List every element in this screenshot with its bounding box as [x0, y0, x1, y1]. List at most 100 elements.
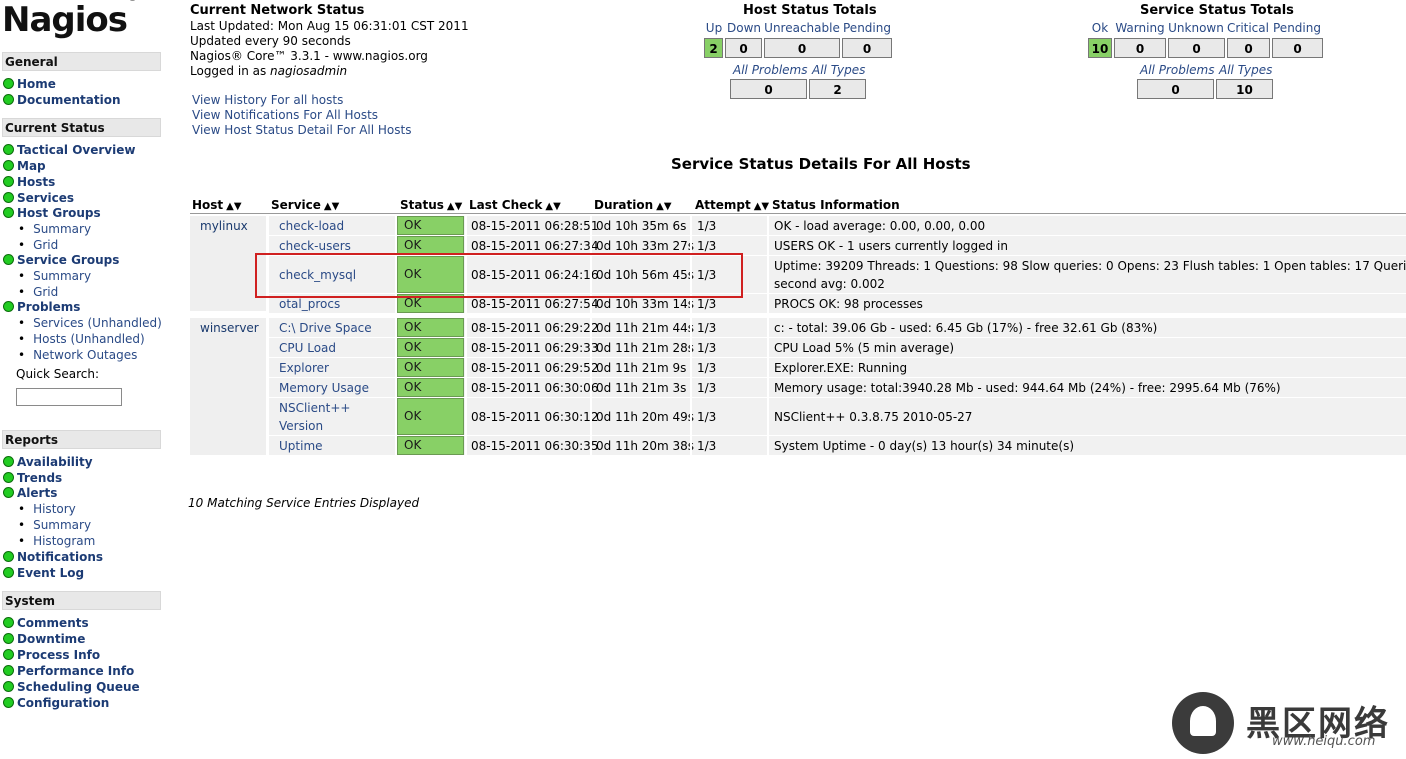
quick-search-input[interactable] [16, 388, 122, 406]
host-up-count[interactable]: 2 [704, 38, 723, 58]
column-divider [395, 216, 397, 455]
nav-configuration[interactable]: Configuration [3, 696, 109, 710]
status-dot-icon [3, 649, 14, 660]
nav-servicegroup-summary[interactable]: Summary [18, 269, 91, 283]
duration: 0d 11h 21m 28s [596, 341, 695, 355]
service-link[interactable]: check-load [269, 219, 344, 233]
host-pending-label[interactable]: Pending [842, 21, 892, 35]
svc-warning-count[interactable]: 0 [1114, 38, 1166, 58]
service-link[interactable]: Memory Usage [269, 381, 369, 395]
host-all-types-label[interactable]: All Types [812, 63, 865, 77]
host-all-problems-label[interactable]: All Problems [733, 63, 807, 77]
col-attempt[interactable]: Attempt ▲▼ [695, 198, 769, 212]
svc-ok-label[interactable]: Ok [1088, 21, 1112, 35]
nav-event-log[interactable]: Event Log [3, 566, 84, 580]
nav-performance-info[interactable]: Performance Info [3, 664, 134, 678]
status-dot-icon [3, 301, 14, 312]
nav-hosts[interactable]: Hosts [3, 175, 55, 189]
svc-ok-count[interactable]: 10 [1088, 38, 1112, 58]
sort-arrows-icon[interactable]: ▲▼ [656, 201, 671, 212]
nav-comments[interactable]: Comments [3, 616, 89, 630]
nav-scheduling-queue[interactable]: Scheduling Queue [3, 680, 140, 694]
status-dot-icon [3, 78, 14, 89]
host-down-count[interactable]: 0 [725, 38, 762, 58]
service-totals-title: Service Status Totals [1140, 3, 1294, 18]
svc-critical-label[interactable]: Critical [1226, 21, 1270, 35]
nagios-logo[interactable]: Nagios® [2, 0, 137, 40]
sort-arrows-icon[interactable]: ▲▼ [545, 201, 560, 212]
svc-unknown-count[interactable]: 0 [1168, 38, 1225, 58]
nav-process-info[interactable]: Process Info [3, 648, 100, 662]
host-up-label[interactable]: Up [705, 21, 723, 35]
host-all-problems-count[interactable]: 0 [730, 79, 807, 99]
svc-pending-count[interactable]: 0 [1272, 38, 1323, 58]
service-link[interactable]: NSClient++ [269, 401, 350, 415]
sort-arrows-icon[interactable]: ▲▼ [447, 201, 462, 212]
link-view-host-status[interactable]: View Host Status Detail For All Hosts [192, 123, 411, 137]
nav-network-outages[interactable]: Network Outages [18, 348, 137, 362]
service-link[interactable]: CPU Load [269, 341, 336, 355]
svc-warning-label[interactable]: Warning [1113, 21, 1167, 35]
svc-all-problems-count[interactable]: 0 [1137, 79, 1214, 99]
service-link[interactable]: otal_procs [269, 297, 340, 311]
col-host[interactable]: Host ▲▼ [192, 198, 242, 212]
nav-tactical-overview[interactable]: Tactical Overview [3, 143, 135, 157]
service-link[interactable]: Explorer [269, 361, 329, 375]
nav-alerts-summary[interactable]: Summary [18, 518, 91, 532]
service-link[interactable]: check-users [269, 239, 351, 253]
nav-alerts[interactable]: Alerts [3, 486, 57, 500]
attempt: 1/3 [697, 439, 717, 453]
col-service[interactable]: Service ▲▼ [271, 198, 339, 212]
host-cell-winserver: winserver [190, 318, 266, 455]
service-link[interactable]: Uptime [269, 439, 323, 453]
host-link[interactable]: mylinux [200, 219, 248, 233]
svc-all-types-count[interactable]: 10 [1216, 79, 1273, 99]
host-unreachable-count[interactable]: 0 [764, 38, 840, 58]
section-reports: Reports [2, 430, 161, 449]
status-info: System Uptime - 0 day(s) 13 hour(s) 34 m… [774, 439, 1075, 453]
nav-documentation[interactable]: Documentation [3, 93, 121, 107]
host-pending-count[interactable]: 0 [842, 38, 892, 58]
sort-arrows-icon[interactable]: ▲▼ [324, 201, 339, 212]
sort-arrows-icon[interactable]: ▲▼ [754, 201, 769, 212]
nav-map[interactable]: Map [3, 159, 46, 173]
host-all-types-count[interactable]: 2 [809, 79, 866, 99]
nav-hostgroup-summary[interactable]: Summary [18, 222, 91, 236]
header-divider [190, 213, 1406, 214]
service-link-continued[interactable]: Version [269, 419, 323, 433]
link-view-notifications[interactable]: View Notifications For All Hosts [192, 108, 378, 122]
status-dot-icon [3, 176, 14, 187]
service-link[interactable]: C:\ Drive Space [269, 321, 372, 335]
status-info: Memory usage: total:3940.28 Mb - used: 9… [774, 381, 1281, 395]
nav-home[interactable]: Home [3, 77, 56, 91]
nav-problems[interactable]: Problems [3, 300, 80, 314]
status-dot-icon [3, 617, 14, 628]
link-view-history[interactable]: View History For all hosts [192, 93, 343, 107]
nav-alerts-histogram[interactable]: Histogram [18, 534, 95, 548]
host-down-label[interactable]: Down [726, 21, 762, 35]
status-dot-icon [3, 472, 14, 483]
nav-notifications[interactable]: Notifications [3, 550, 103, 564]
nav-service-groups[interactable]: Service Groups [3, 253, 119, 267]
nav-downtime[interactable]: Downtime [3, 632, 85, 646]
host-unreachable-label[interactable]: Unreachable [763, 21, 841, 35]
nav-services-unhandled[interactable]: Services (Unhandled) [18, 316, 162, 330]
svc-critical-count[interactable]: 0 [1227, 38, 1270, 58]
svc-pending-label[interactable]: Pending [1271, 21, 1323, 35]
svc-all-problems-label[interactable]: All Problems [1140, 63, 1214, 77]
svc-unknown-label[interactable]: Unknown [1167, 21, 1225, 35]
nav-alerts-history[interactable]: History [18, 502, 76, 516]
sort-arrows-icon[interactable]: ▲▼ [226, 201, 241, 212]
nav-hostgroup-grid[interactable]: Grid [18, 238, 58, 252]
col-status[interactable]: Status ▲▼ [400, 198, 462, 212]
col-duration[interactable]: Duration ▲▼ [594, 198, 672, 212]
host-link[interactable]: winserver [200, 321, 259, 335]
col-last-check[interactable]: Last Check ▲▼ [469, 198, 561, 212]
nav-host-groups[interactable]: Host Groups [3, 206, 101, 220]
nav-services[interactable]: Services [3, 191, 74, 205]
nav-availability[interactable]: Availability [3, 455, 93, 469]
nav-hosts-unhandled[interactable]: Hosts (Unhandled) [18, 332, 145, 346]
svc-all-types-label[interactable]: All Types [1219, 63, 1272, 77]
nav-trends[interactable]: Trends [3, 471, 62, 485]
nav-servicegroup-grid[interactable]: Grid [18, 285, 58, 299]
